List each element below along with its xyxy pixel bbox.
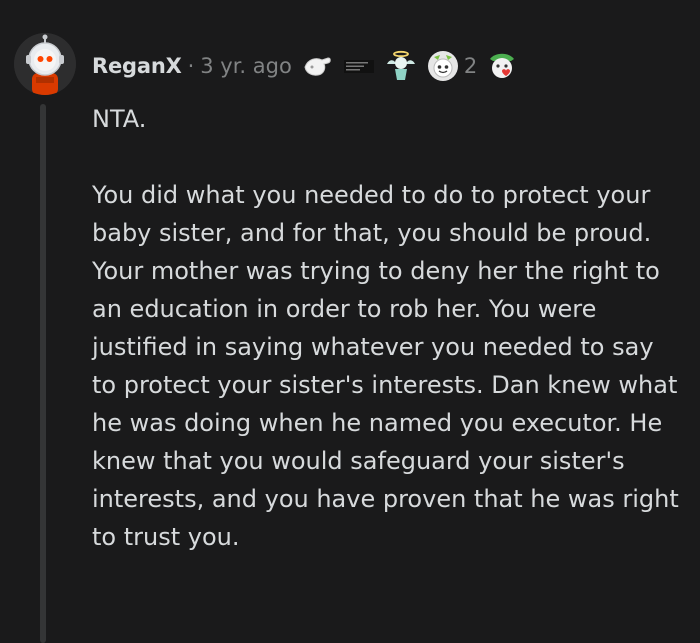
separator-dot: · <box>187 54 195 78</box>
comment-header: ReganX · 3 yr. ago 2 <box>92 46 519 86</box>
thread-collapse-line[interactable] <box>40 104 46 643</box>
award-count: 2 <box>463 54 478 78</box>
comment-paragraph: NTA. <box>92 105 147 133</box>
timestamp[interactable]: 3 yr. ago <box>200 54 292 78</box>
angel-award-icon[interactable] <box>384 49 418 83</box>
comment: ReganX · 3 yr. ago 2 NTA. You did what y… <box>0 0 700 643</box>
hand-award-icon[interactable] <box>300 49 334 83</box>
comment-paragraph: You did what you needed to do to protect… <box>92 181 679 551</box>
comment-body: NTA. You did what you needed to do to pr… <box>92 100 682 556</box>
pixel-text-award-icon[interactable] <box>342 49 376 83</box>
snoo-astronaut-icon <box>14 33 76 95</box>
heart-snoo-award-icon[interactable] <box>485 49 519 83</box>
username-link[interactable]: ReganX <box>92 54 182 78</box>
user-avatar[interactable] <box>14 33 76 95</box>
snoo-award-icon[interactable] <box>426 49 460 83</box>
